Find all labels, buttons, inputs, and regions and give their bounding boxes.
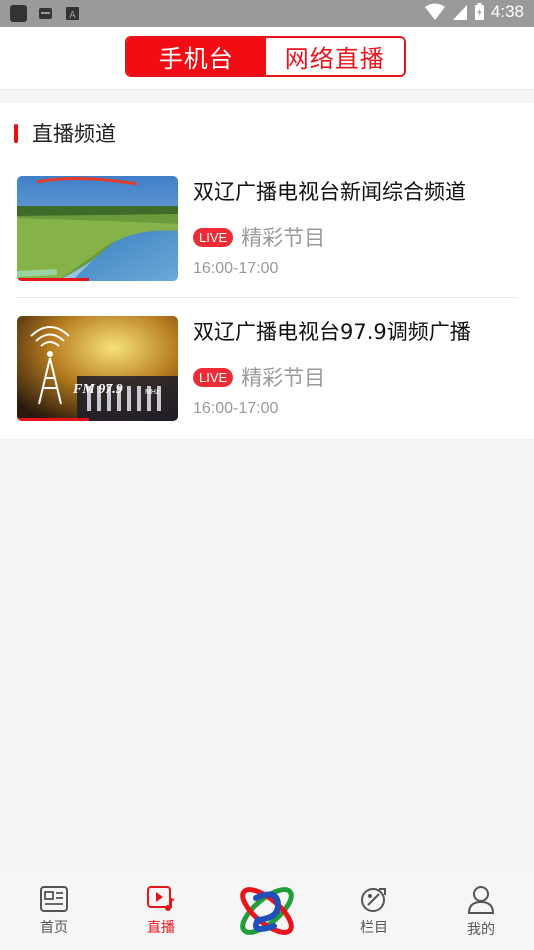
playback-progress-bar — [17, 418, 90, 421]
status-time: 4:38 — [490, 2, 524, 21]
station-logo[interactable] — [232, 876, 302, 946]
news-icon — [40, 886, 68, 912]
program-time: 16:00-17:00 — [193, 260, 279, 277]
segmented-tabs: 手机台 网络直播 — [125, 36, 406, 77]
status-bar: A 4:38 — [0, 0, 534, 27]
station-logo-icon — [240, 887, 294, 935]
thumb-fm-text: FM 97.9 — [72, 382, 123, 397]
program-name: 精彩节目 — [241, 366, 326, 390]
list-divider — [17, 297, 517, 298]
section-header: 直播频道 — [14, 121, 116, 146]
tab-mobile-station[interactable]: 手机台 — [127, 38, 266, 75]
battery-icon — [474, 3, 484, 20]
nav-columns-label: 栏目 — [360, 920, 388, 936]
nav-columns[interactable]: 栏目 — [344, 885, 404, 937]
wifi-icon — [424, 3, 445, 20]
tab-web-live[interactable]: 网络直播 — [265, 38, 404, 75]
top-header: 手机台 网络直播 — [0, 27, 534, 90]
bottom-navigation: 首页 直播 栏目 我的 — [0, 870, 534, 950]
program-time: 16:00-17:00 — [193, 400, 279, 417]
live-badge: LIVE — [193, 227, 234, 247]
program-name: 精彩节目 — [241, 226, 326, 250]
section-title: 直播频道 — [32, 122, 116, 146]
nav-live-label: 直播 — [147, 920, 175, 936]
channel-item[interactable]: FM 97.9 MHz 双辽广播电视台97.9调频广播 LIVE 精彩节目 16… — [17, 316, 517, 422]
channel-thumbnail[interactable] — [17, 176, 178, 281]
nav-home[interactable]: 首页 — [24, 885, 84, 937]
playback-progress-bar — [17, 278, 90, 281]
thumb-fm-unit: MHz — [145, 389, 160, 396]
section-accent-bar — [14, 123, 18, 143]
message-notification-icon — [39, 8, 52, 19]
fm-radio-tower-image: FM 97.9 MHz — [17, 316, 178, 421]
app-notification-icon — [10, 5, 27, 22]
live-play-icon — [147, 886, 175, 911]
signal-icon — [452, 5, 467, 20]
channel-item[interactable]: 双辽广播电视台新闻综合频道 LIVE 精彩节目 16:00-17:00 — [17, 176, 517, 282]
channel-name: 双辽广播电视台新闻综合频道 — [193, 180, 466, 204]
nav-live[interactable]: 直播 — [131, 885, 191, 937]
channel-live-row: LIVE 精彩节目 — [193, 362, 325, 392]
nav-mine[interactable]: 我的 — [451, 885, 511, 939]
a-notification-icon: A — [66, 7, 79, 21]
live-badge: LIVE — [193, 367, 234, 387]
channel-thumbnail[interactable]: FM 97.9 MHz — [17, 316, 178, 421]
channel-name: 双辽广播电视台97.9调频广播 — [193, 320, 471, 344]
column-icon — [361, 888, 386, 912]
svg-text:A: A — [69, 10, 76, 21]
channel-live-row: LIVE 精彩节目 — [193, 222, 325, 252]
user-icon — [467, 886, 495, 914]
live-channel-section: 直播频道 双辽广播电视台新闻综合频道 LIVE 精彩节目 16:00-17:00… — [0, 103, 534, 439]
nav-mine-label: 我的 — [467, 922, 495, 938]
nav-home-label: 首页 — [40, 920, 68, 936]
river-landscape-image — [17, 176, 178, 281]
